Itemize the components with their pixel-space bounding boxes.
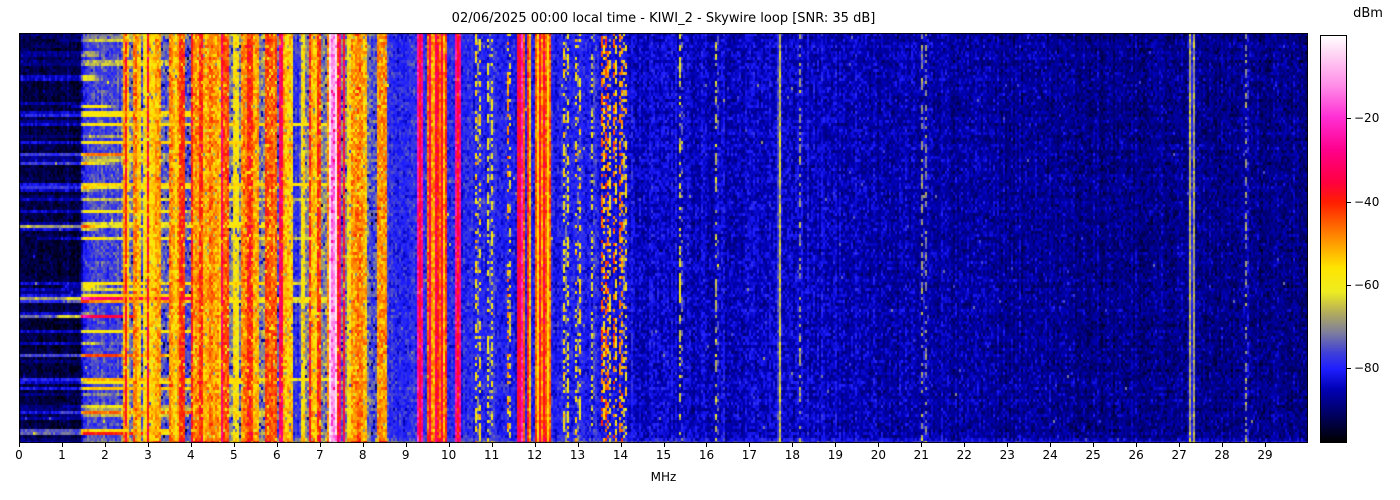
x-tick-mark: [276, 443, 278, 447]
waterfall-heatmap: [19, 33, 1308, 443]
x-tick-label: 28: [1214, 448, 1230, 462]
x-tick-mark: [921, 443, 923, 447]
x-tick-mark: [491, 443, 493, 447]
x-tick-mark: [792, 443, 794, 447]
x-tick-label: 6: [272, 448, 281, 462]
colorbar-tick-mark: [1347, 368, 1351, 370]
x-tick-mark: [319, 443, 321, 447]
x-tick-mark: [1136, 443, 1138, 447]
colorbar-tick-label: −60: [1354, 277, 1380, 292]
x-tick-label: 26: [1128, 448, 1144, 462]
colorbar-tick-label: −80: [1354, 361, 1380, 376]
x-tick-mark: [104, 443, 106, 447]
x-tick-label: 21: [913, 448, 929, 462]
x-tick-label: 15: [655, 448, 672, 462]
x-tick-mark: [835, 443, 837, 447]
x-tick-label: 7: [315, 448, 324, 462]
x-tick-label: 2: [101, 448, 109, 462]
colorbar-label: dBm: [1353, 6, 1383, 21]
colorbar-tick-label: −20: [1354, 111, 1380, 126]
x-tick-label: 18: [784, 448, 801, 462]
x-tick-label: 22: [956, 448, 972, 462]
x-tick-mark: [1222, 443, 1224, 447]
x-tick-mark: [620, 443, 622, 447]
x-tick-label: 4: [187, 448, 195, 462]
x-tick-mark: [964, 443, 966, 447]
x-tick-mark: [878, 443, 880, 447]
colorbar-tick-mark: [1347, 118, 1351, 120]
x-axis-label: MHz: [650, 470, 677, 484]
x-tick-mark: [1179, 443, 1181, 447]
colorbar: [1320, 35, 1347, 443]
x-tick-label: 16: [698, 448, 715, 462]
x-tick-label: 27: [1171, 448, 1187, 462]
x-tick-label: 1: [58, 448, 66, 462]
x-tick-mark: [448, 443, 450, 447]
x-tick-label: 3: [144, 448, 152, 462]
spectrogram-figure: 02/06/2025 00:00 local time - KIWI_2 - S…: [0, 0, 1400, 500]
x-tick-label: 11: [483, 448, 500, 462]
x-tick-mark: [663, 443, 665, 447]
x-tick-mark: [1050, 443, 1052, 447]
x-tick-label: 25: [1085, 448, 1101, 462]
x-tick-label: 24: [1042, 448, 1058, 462]
x-tick-label: 20: [870, 448, 886, 462]
x-tick-mark: [577, 443, 579, 447]
x-tick-mark: [362, 443, 364, 447]
x-tick-mark: [19, 443, 20, 447]
x-tick-mark: [61, 443, 63, 447]
x-tick-mark: [1007, 443, 1009, 447]
x-tick-label: 13: [569, 448, 586, 462]
x-tick-mark: [233, 443, 235, 447]
x-tick-mark: [706, 443, 708, 447]
x-tick-mark: [405, 443, 407, 447]
x-tick-label: 29: [1257, 448, 1273, 462]
colorbar-tick-mark: [1347, 284, 1351, 286]
x-tick-label: 10: [441, 448, 457, 462]
x-tick-label: 14: [612, 448, 629, 462]
x-tick-label: 12: [526, 448, 543, 462]
colorbar-tick-label: −40: [1354, 194, 1380, 209]
x-tick-label: 23: [999, 448, 1015, 462]
x-tick-mark: [749, 443, 751, 447]
x-tick-mark: [190, 443, 192, 447]
x-tick-label: 17: [741, 448, 758, 462]
x-tick-label: 0: [15, 448, 23, 462]
x-tick-mark: [1265, 443, 1267, 447]
x-tick-label: 19: [827, 448, 843, 462]
colorbar-tick-mark: [1347, 201, 1351, 203]
x-tick-label: 9: [401, 448, 410, 462]
x-tick-mark: [1093, 443, 1095, 447]
x-tick-label: 5: [230, 448, 238, 462]
x-tick-label: 8: [358, 448, 367, 462]
plot-title: 02/06/2025 00:00 local time - KIWI_2 - S…: [451, 11, 876, 26]
x-tick-mark: [147, 443, 149, 447]
x-tick-mark: [534, 443, 536, 447]
